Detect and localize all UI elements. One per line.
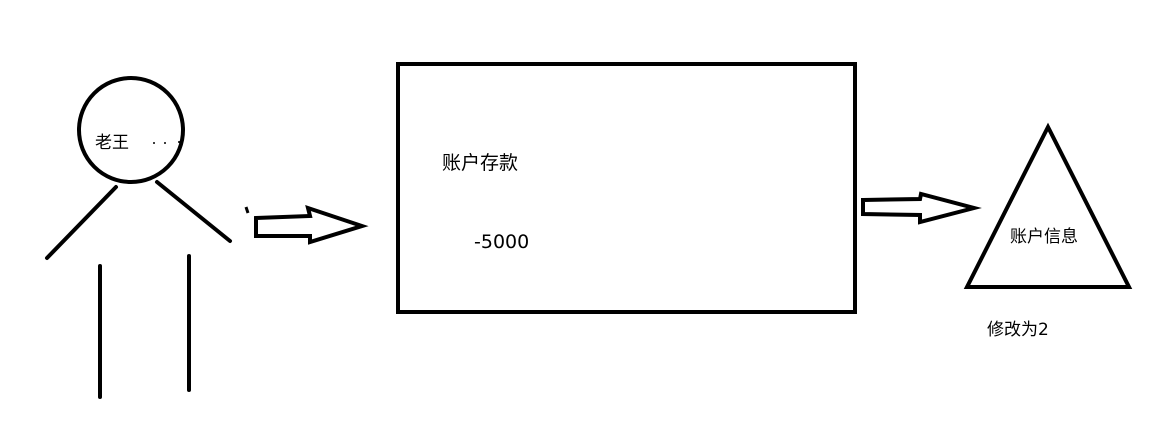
decorative-dot <box>153 142 155 144</box>
account-box-title: 账户存款 <box>442 152 518 174</box>
decorative-tick <box>244 206 250 214</box>
account-box-amount: -5000 <box>474 231 529 253</box>
person-head <box>77 76 185 184</box>
decorative-dot <box>178 141 180 143</box>
arrow-right-icon <box>254 204 369 245</box>
stick-figure <box>45 76 232 399</box>
account-info-label: 账户信息 <box>1010 227 1078 247</box>
person-left-arm <box>45 185 118 260</box>
account-box <box>396 62 857 314</box>
diagram-canvas: 老王 账户存款 -5000 账户信息 修改为2 <box>45 62 1133 399</box>
arrow-right-icon <box>861 191 982 225</box>
person-name-label: 老王 <box>95 133 129 153</box>
account-info-note: 修改为2 <box>987 320 1049 340</box>
person-right-arm <box>155 180 232 243</box>
decorative-dot <box>164 142 166 144</box>
account-info-triangle <box>963 122 1133 289</box>
